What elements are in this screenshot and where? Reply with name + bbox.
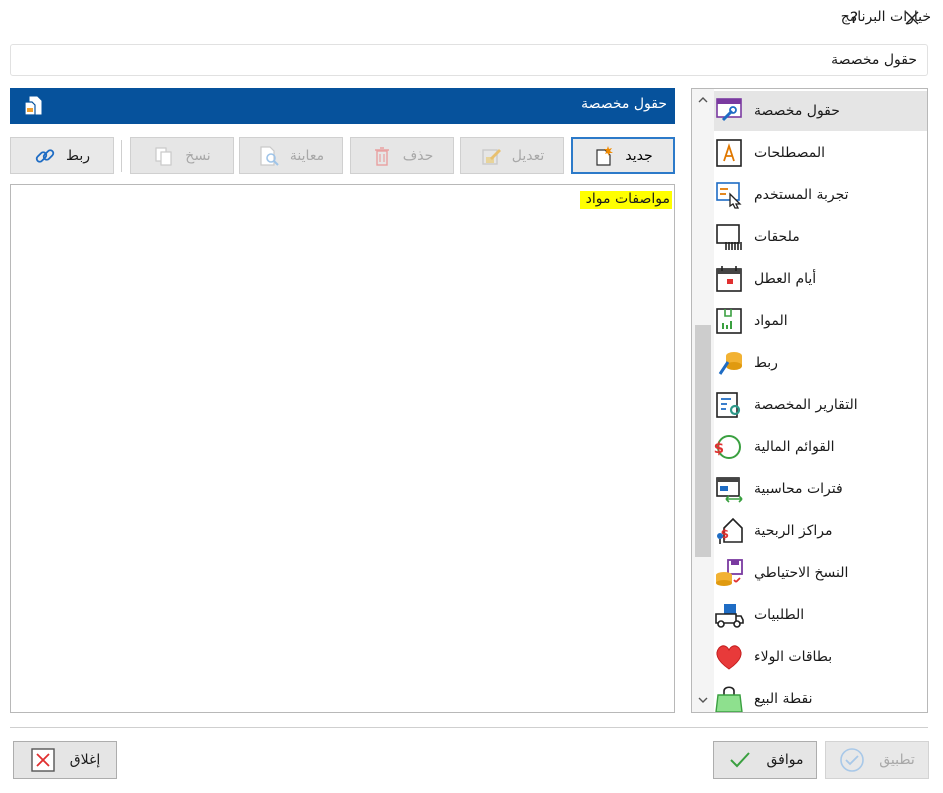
sidebar-item-attachments[interactable]: ملحقات <box>714 217 927 257</box>
chevron-down-icon[interactable] <box>696 693 710 707</box>
link-button[interactable]: ربط <box>10 137 114 174</box>
close-x-box-icon <box>31 748 55 772</box>
accounting-periods-icon <box>716 477 743 503</box>
chevron-up-icon[interactable] <box>696 93 710 107</box>
copy-button[interactable]: نسخ <box>130 137 234 174</box>
ok-button-label: موافق <box>766 752 804 768</box>
sidebar-item-terms[interactable]: المصطلحات <box>714 133 927 173</box>
sidebar-item-label: نقطة البيع <box>754 691 813 707</box>
close-button[interactable]: إغلاق <box>13 741 117 779</box>
user-experience-icon <box>716 182 742 209</box>
edit-button-label: تعديل <box>511 147 545 164</box>
edit-button[interactable]: تعديل <box>460 137 564 174</box>
sidebar-item-label: حقول مخصصة <box>754 103 840 119</box>
sidebar-item-custom-fields[interactable]: حقول مخصصة <box>714 91 927 131</box>
custom-reports-icon <box>716 392 741 418</box>
sidebar-item-custom-reports[interactable]: التقارير المخصصة <box>714 385 927 425</box>
sidebar-item-label: ملحقات <box>754 229 800 245</box>
preview-button-label: معاينة <box>289 147 325 164</box>
delete-button-label: حذف <box>402 147 434 164</box>
section-title: حقول مخصصة <box>581 96 667 112</box>
close-button-label: إغلاق <box>69 752 101 768</box>
ok-button[interactable]: موافق <box>713 741 817 779</box>
sidebar-item-orders[interactable]: الطلبيات <box>714 595 927 635</box>
sidebar-item-backup[interactable]: النسخ الاحتياطي <box>714 553 927 593</box>
svg-text:$: $ <box>714 439 724 457</box>
delete-button[interactable]: حذف <box>350 137 454 174</box>
sidebar-item-holidays[interactable]: أيام العطل <box>714 259 927 299</box>
apply-button[interactable]: تطبيق <box>825 741 929 779</box>
custom-fields-icon <box>716 98 742 122</box>
options-sidebar: حقول مخصصة المصطلحات تجربة المستخدم ملحق… <box>691 88 928 713</box>
sidebar-item-label: التقارير المخصصة <box>754 397 858 413</box>
profit-centers-icon: $ <box>717 517 743 544</box>
sidebar-item-link[interactable]: ربط <box>714 343 927 383</box>
pos-bag-icon <box>715 686 743 712</box>
new-button-label: جديد <box>625 147 653 164</box>
sidebar-item-label: أيام العطل <box>754 271 817 287</box>
scrollbar-thumb[interactable] <box>695 325 711 557</box>
toolbar-separator <box>121 140 122 172</box>
title-bar: خيارات البرنامج ? <box>0 0 943 38</box>
financial-statements-icon: $ <box>714 435 741 459</box>
sidebar-item-label: الطلبيات <box>754 607 805 623</box>
section-header: حقول مخصصة <box>10 88 675 124</box>
checkmark-icon <box>729 752 750 768</box>
calendar-icon <box>716 266 742 292</box>
close-icon <box>905 11 919 25</box>
sidebar-item-loyalty-cards[interactable]: بطاقات الولاء <box>714 637 927 677</box>
sidebar-item-accounting-periods[interactable]: فترات محاسبية <box>714 469 927 509</box>
sidebar-item-label: مراكز الربحية <box>754 523 833 539</box>
sidebar-item-label: تجربة المستخدم <box>754 187 849 203</box>
help-button[interactable]: ? <box>840 4 868 32</box>
preview-button[interactable]: معاينة <box>239 137 343 174</box>
link-button-label: ربط <box>66 147 90 164</box>
apply-button-label: تطبيق <box>879 752 915 768</box>
list-item[interactable]: مواصفات مواد <box>579 191 672 209</box>
materials-box-icon <box>716 308 742 334</box>
trash-icon <box>374 146 389 166</box>
custom-fields-list: مواصفات مواد <box>10 184 675 713</box>
preview-icon <box>260 145 279 166</box>
new-button[interactable]: جديد <box>571 137 675 174</box>
orders-truck-icon <box>715 604 744 628</box>
sidebar-item-materials[interactable]: المواد <box>714 301 927 341</box>
sidebar-item-label: بطاقات الولاء <box>754 649 833 665</box>
sidebar-item-profit-centers[interactable]: $ مراكز الربحية <box>714 511 927 551</box>
sidebar-item-label: ربط <box>754 355 778 371</box>
edit-icon <box>482 148 501 165</box>
check-circle-icon <box>840 748 865 772</box>
sidebar-item-financial-statements[interactable]: $ القوائم المالية <box>714 427 927 467</box>
backup-icon <box>716 559 743 586</box>
link-coins-icon <box>718 352 742 375</box>
sidebar-item-label: المواد <box>754 313 788 329</box>
sidebar-item-point-of-sale[interactable]: نقطة البيع <box>714 679 927 712</box>
sidebar-item-label: القوائم المالية <box>754 439 835 455</box>
document-icon <box>24 96 42 116</box>
copy-icon <box>155 146 172 166</box>
sidebar-scrollbar[interactable] <box>692 89 714 712</box>
loyalty-heart-icon <box>716 645 742 670</box>
sidebar-item-label: فترات محاسبية <box>754 481 843 497</box>
sidebar-item-label: النسخ الاحتياطي <box>754 565 849 581</box>
sidebar-item-label: المصطلحات <box>754 145 825 161</box>
link-chain-icon <box>35 148 55 163</box>
breadcrumb-text: حقول مخصصة <box>831 52 917 68</box>
attachments-icon <box>716 224 742 250</box>
close-window-button[interactable] <box>896 4 928 32</box>
copy-button-label: نسخ <box>185 147 211 164</box>
sidebar-item-user-experience[interactable]: تجربة المستخدم <box>714 175 927 215</box>
terms-icon <box>716 139 742 167</box>
new-document-icon <box>596 145 614 166</box>
breadcrumb: حقول مخصصة <box>10 44 928 76</box>
footer-separator <box>10 727 928 728</box>
